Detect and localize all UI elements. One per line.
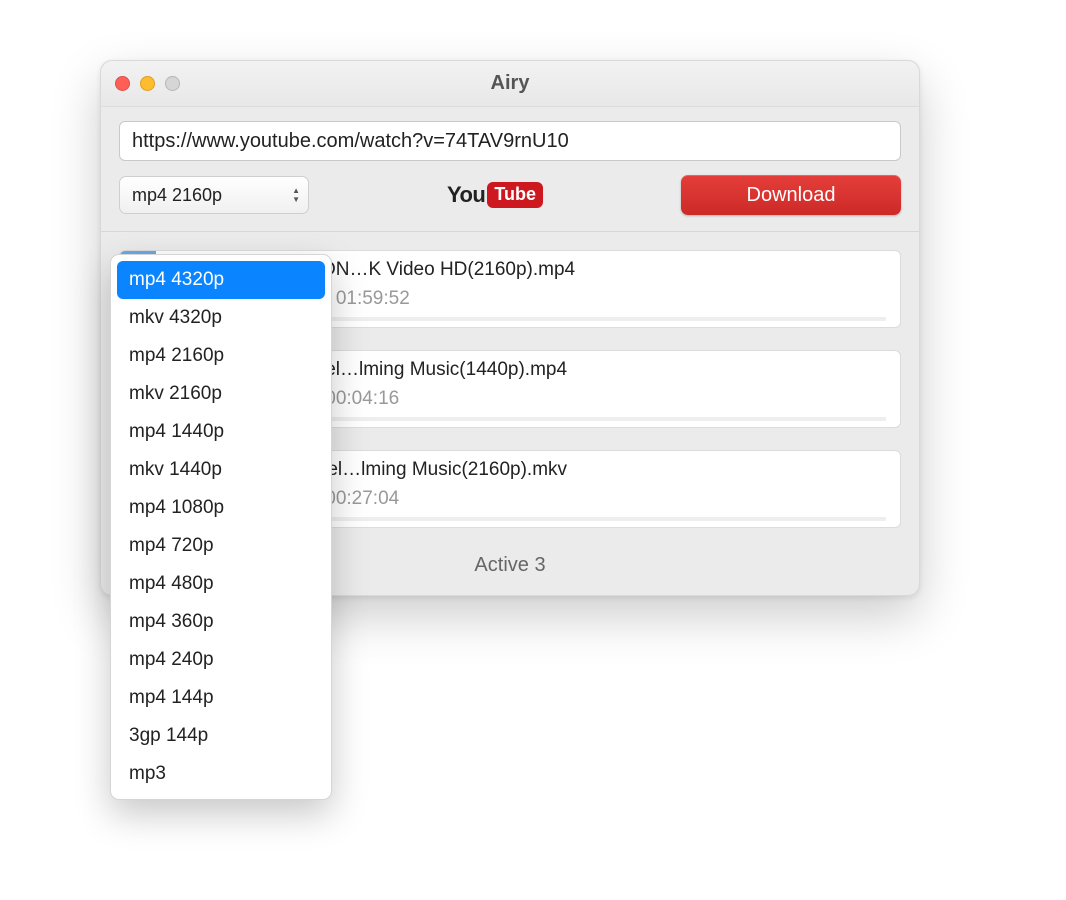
select-stepper-icon: ▲▼ [292,187,300,204]
format-option[interactable]: mp4 720p [117,527,325,565]
logo-text-tube: Tube [487,182,543,208]
format-option[interactable]: mp4 360p [117,603,325,641]
format-select[interactable]: mp4 2160p ▲▼ [119,176,309,214]
window-title: Airy [101,72,919,95]
format-option[interactable]: mkv 2160p [117,375,325,413]
format-dropdown: mp4 4320pmkv 4320pmp4 2160pmkv 2160pmp4 … [110,254,332,800]
titlebar: Airy [101,61,919,107]
source-logo: You Tube [321,182,669,208]
download-button[interactable]: Download [681,175,901,215]
format-select-label: mp4 2160p [132,185,222,206]
url-row [101,107,919,167]
logo-text-you: You [447,182,485,208]
format-option[interactable]: mkv 4320p [117,299,325,337]
format-option[interactable]: mp4 480p [117,565,325,603]
format-option[interactable]: mp4 144p [117,679,325,717]
url-input[interactable] [119,121,901,161]
format-option[interactable]: 3gp 144p [117,717,325,755]
format-option[interactable]: mp4 240p [117,641,325,679]
format-option[interactable]: mp4 2160p [117,337,325,375]
format-option[interactable]: mp4 4320p [117,261,325,299]
format-option[interactable]: mp4 1440p [117,413,325,451]
controls-row: mp4 2160p ▲▼ You Tube Download [101,167,919,231]
format-option[interactable]: mp4 1080p [117,489,325,527]
format-option[interactable]: mp3 [117,755,325,793]
format-option[interactable]: mkv 1440p [117,451,325,489]
